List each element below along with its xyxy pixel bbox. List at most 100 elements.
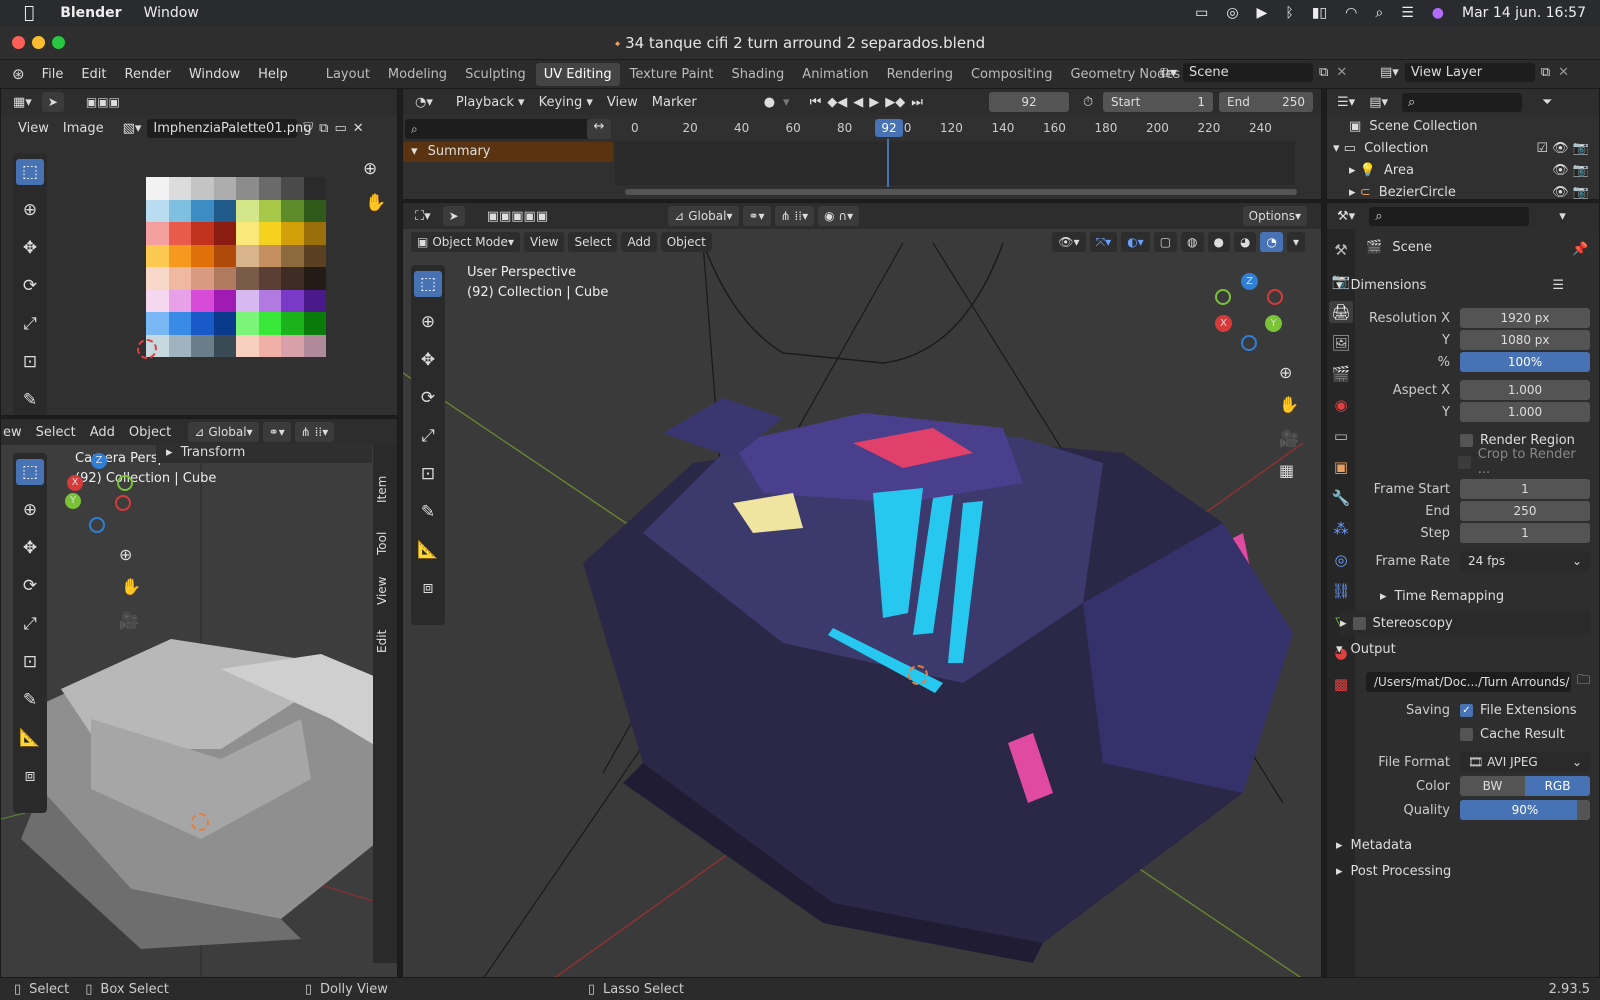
options-dropdown[interactable]: Options ▾ (1242, 206, 1307, 226)
timeline-track-area[interactable] (615, 141, 1295, 185)
overlay-toggle[interactable]: ◐▾ (1121, 232, 1150, 252)
jump-start-icon[interactable]: ⏮ (810, 95, 822, 110)
select-box-tool-icon[interactable]: ⬚ (16, 459, 44, 485)
menu-view[interactable]: View (523, 232, 565, 252)
pan-hand-icon[interactable]: ✋ (121, 577, 141, 596)
resolution-y-field[interactable]: 1080 px (1460, 330, 1590, 350)
tool-tab-icon[interactable]: ⚒ (1329, 239, 1353, 261)
menu-object[interactable]: Object (122, 425, 178, 440)
gizmo-neg-y[interactable] (117, 475, 133, 491)
cursor-tool-icon[interactable]: ⊕ (16, 497, 44, 523)
ortho-toggle-icon[interactable]: ▦ (1279, 461, 1294, 480)
minimize-window-button[interactable] (32, 36, 45, 49)
camera-view-icon[interactable]: 🎥 (119, 611, 139, 630)
proportional-edit-toggle[interactable]: ◉ ∩▾ (818, 206, 860, 226)
view-layer-delete-icon[interactable]: ✕ (1558, 65, 1569, 80)
quality-slider[interactable]: 90% (1460, 800, 1590, 820)
bluetooth-icon[interactable]: ᛒ (1285, 5, 1293, 21)
texture-tab-icon[interactable]: ▩ (1329, 673, 1353, 695)
gizmo-z[interactable]: Z (1241, 273, 1258, 290)
transform-tool-icon[interactable]: ⊡ (16, 349, 44, 375)
file-extensions-checkbox[interactable]: ✓ (1460, 703, 1473, 717)
annotate-tool-icon[interactable]: ✎ (414, 499, 442, 525)
section-output[interactable]: ▾ Output (1336, 637, 1590, 661)
frame-step-field[interactable]: 1 (1460, 523, 1590, 543)
next-keyframe-icon[interactable]: ▶◆ (885, 95, 905, 110)
menu-file[interactable]: File (33, 67, 73, 82)
menu-view[interactable]: View (600, 95, 645, 110)
editor-type-icon[interactable]: ☰▾ (1337, 95, 1355, 110)
snap-toggle[interactable]: ⋔ ⁞⁞▾ (774, 206, 815, 226)
3d-cursor-icon[interactable] (191, 813, 209, 831)
editor-type-icon[interactable]: ▦▾ (13, 95, 32, 110)
rotate-tool-icon[interactable]: ⟳ (16, 273, 44, 299)
timeline-scrollbar[interactable] (625, 189, 1297, 195)
gizmo-neg-y[interactable] (1215, 289, 1231, 305)
timeline-search[interactable]: ⌕ (405, 119, 595, 139)
filter-icon[interactable]: ⏷ (1542, 95, 1552, 110)
main-viewport[interactable]: ⛶▾ ➤ ▣▣▣▣▣ ⊿ Global ▾ ⚭▾ ⋔ ⁞⁞▾ ◉ ∩▾ Opti… (402, 202, 1322, 978)
frame-end-field[interactable]: End 250 (1219, 92, 1313, 112)
folder-icon[interactable]: 🗀 (1577, 671, 1590, 693)
camera-viewport[interactable]: ew Select Add Object ⊿ Global ▾ ⚭▾ ⋔ ⁞⁞▾… (0, 418, 398, 978)
shading-options[interactable]: ▾ (1286, 232, 1305, 252)
display-mode-icon[interactable]: ▤▾ (1369, 95, 1388, 110)
crop-region-row[interactable]: Crop to Render ... (1348, 447, 1590, 477)
properties-search[interactable]: ⌕ (1369, 206, 1530, 226)
play-icon[interactable]: ▶ (869, 95, 879, 110)
scale-tool-icon[interactable]: ⤢ (16, 611, 44, 637)
transform-tool-icon[interactable]: ⊡ (414, 461, 442, 487)
select-mode-icons[interactable]: ▣▣▣ (80, 92, 126, 112)
tab-view[interactable]: View (375, 565, 389, 605)
3d-cursor-icon[interactable] (908, 665, 928, 685)
new-image-icon[interactable]: ⧉ (319, 121, 328, 136)
keyframe-options-icon[interactable]: ▾ (783, 95, 790, 110)
scene-name-field[interactable]: Scene (1183, 63, 1314, 82)
axis-gizmo[interactable]: Z X Y (61, 449, 141, 533)
gizmo-neg-z[interactable] (89, 517, 105, 533)
add-cube-tool-icon[interactable]: ⧈ (16, 763, 44, 789)
section-post-processing[interactable]: ▸ Post Processing (1336, 859, 1590, 883)
zoom-icon[interactable]: ⊕ (363, 159, 377, 179)
view-layer-copy-icon[interactable]: ⧉ (1541, 65, 1550, 80)
menu-marker[interactable]: Marker (645, 95, 704, 110)
shading-wireframe[interactable]: ◍ (1181, 232, 1204, 252)
gizmo-neg-x[interactable] (115, 495, 131, 511)
timeline-swap-icon[interactable]: ↔ (587, 119, 611, 139)
color-bw-button[interactable]: BW (1460, 776, 1525, 796)
play-reverse-icon[interactable]: ◀ (853, 95, 863, 110)
tab-uv-editing[interactable]: UV Editing (535, 62, 620, 86)
pan-hand-icon[interactable]: ✋ (1279, 395, 1299, 414)
summary-row[interactable]: ▾ Summary (403, 142, 613, 162)
aspect-y-field[interactable]: 1.000 (1460, 402, 1590, 422)
tab-texture-paint[interactable]: Texture Paint (622, 63, 722, 86)
pivot-dropdown[interactable]: ⚭▾ (262, 422, 291, 442)
menu-keying[interactable]: Keying ▾ (532, 95, 600, 110)
2d-cursor-icon[interactable] (137, 339, 157, 359)
xray-toggle[interactable]: ▢ (1153, 232, 1178, 252)
frame-start-field[interactable]: 1 (1460, 479, 1590, 499)
frame-rate-dropdown[interactable]: 24 fps ⌄ (1460, 551, 1590, 571)
menu-window[interactable]: Window (180, 67, 249, 82)
menu-object[interactable]: Object (660, 232, 712, 252)
select-box-tool-icon[interactable]: ⬚ (16, 159, 44, 185)
zoom-icon[interactable]: ⊕ (1279, 363, 1292, 382)
color-rgb-button[interactable]: RGB (1525, 776, 1590, 796)
siri-icon[interactable]: ● (1432, 5, 1444, 21)
menu-add[interactable]: Add (621, 232, 657, 252)
crop-region-checkbox[interactable] (1458, 455, 1471, 469)
app-menu-window[interactable]: Window (144, 5, 199, 21)
creative-cloud-icon[interactable]: ◎ (1226, 5, 1238, 21)
gizmo-x[interactable]: X (1215, 315, 1232, 332)
gizmo-y[interactable]: Y (1265, 315, 1282, 332)
options-dropdown-icon[interactable]: ▾ (1559, 209, 1566, 224)
menu-view[interactable]: View (11, 121, 56, 136)
menu-add[interactable]: Add (83, 425, 122, 440)
open-image-icon[interactable]: ▭ (334, 121, 346, 136)
scale-tool-icon[interactable]: ⤢ (16, 311, 44, 337)
tab-item[interactable]: Item (375, 463, 389, 503)
outliner-search[interactable]: ⌕ (1402, 92, 1522, 112)
select-mode-icons[interactable]: ▣▣▣▣▣ (487, 209, 548, 224)
editor-type-icon[interactable]: ◔▾ (415, 95, 433, 110)
select-tool-icon[interactable]: ➤ (442, 206, 465, 226)
